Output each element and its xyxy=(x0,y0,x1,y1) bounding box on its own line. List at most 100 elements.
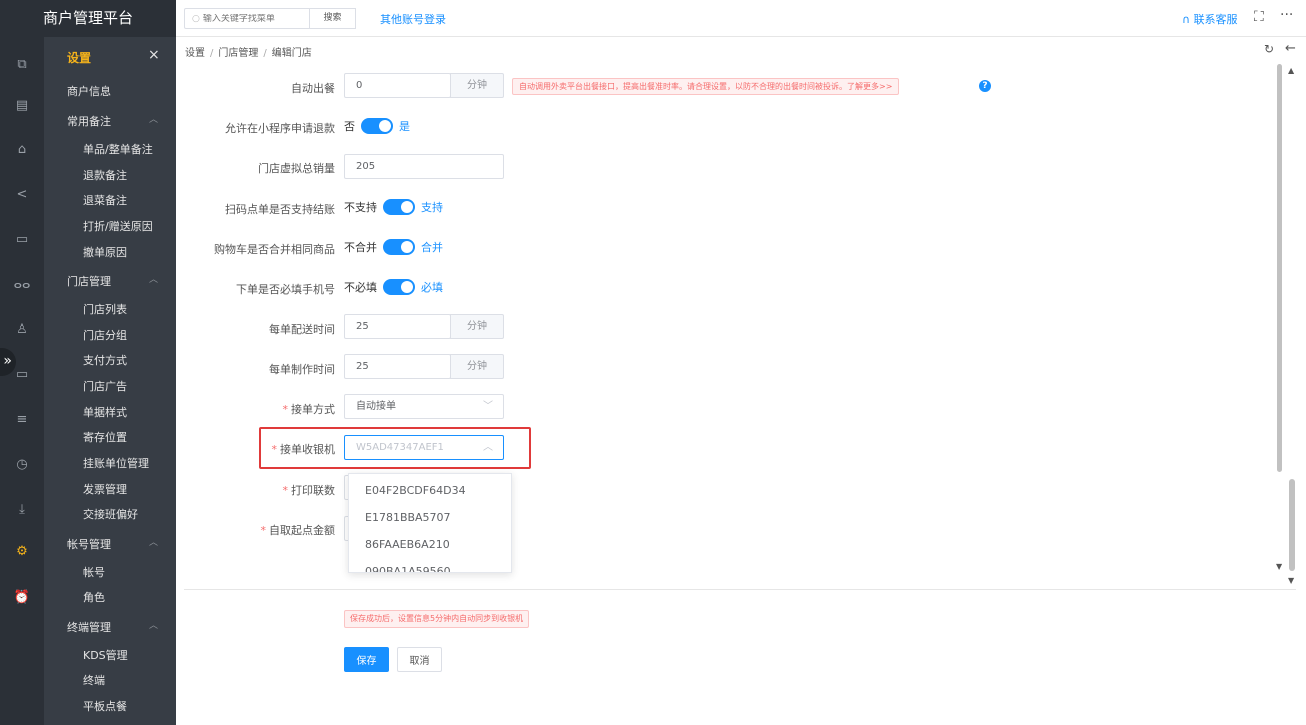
scroll-up-arrow[interactable]: ▲ xyxy=(1288,66,1294,75)
phone-required-on-label: 必填 xyxy=(421,281,443,294)
scrollbar-thumb[interactable] xyxy=(1277,64,1282,472)
cart-merge-label: 购物车是否合并相同商品 xyxy=(214,243,335,256)
menu-search-input[interactable] xyxy=(202,13,303,24)
search-box[interactable]: ○ xyxy=(184,8,310,29)
cart-merge-off-label: 不合并 xyxy=(344,241,377,254)
dropdown-option[interactable]: 090BA1A59560 xyxy=(365,565,451,572)
auto-serve-input[interactable]: 0 xyxy=(344,73,451,98)
save-button[interactable]: 保存 xyxy=(344,647,389,672)
menu-item-store-ads[interactable]: 门店广告 xyxy=(83,378,127,394)
virtual-sales-input[interactable]: 205 xyxy=(344,154,504,179)
search-button[interactable]: 搜索 xyxy=(310,8,356,29)
bike-icon[interactable]: ⴰⴰ xyxy=(0,277,44,292)
menu-item-store-list[interactable]: 门店列表 xyxy=(83,301,127,317)
refund-label: 允许在小程序申请退款 xyxy=(225,122,335,135)
delivery-time-unit: 分钟 xyxy=(450,314,504,339)
close-icon[interactable]: × xyxy=(148,47,160,63)
calendar-icon[interactable]: ▤ xyxy=(0,98,44,113)
scan-checkout-switch-group: 不支持 支持 xyxy=(344,199,443,215)
menu-item-refund-remarks[interactable]: 退款备注 xyxy=(83,167,127,183)
chevron-up-icon: ︿ xyxy=(149,275,159,285)
contact-support-link[interactable]: ∩ 联系客服 xyxy=(1182,11,1238,27)
database-icon[interactable]: ≡ xyxy=(0,412,44,427)
phone-required-toggle[interactable] xyxy=(383,279,415,295)
make-time-label: 每单制作时间 xyxy=(269,363,335,376)
tablet-icon[interactable]: ▭ xyxy=(0,232,44,247)
more-icon[interactable]: ··· xyxy=(1280,7,1293,23)
menu-group-common-remarks[interactable]: 常用备注 xyxy=(67,113,111,129)
menu-item-storage-locations[interactable]: 寄存位置 xyxy=(83,429,127,445)
headset-icon: ∩ xyxy=(1182,13,1194,26)
dropdown-option[interactable]: 86FAAEB6A210 xyxy=(365,538,450,551)
menu-item-merchant-info[interactable]: 商户信息 xyxy=(67,83,111,99)
settings-icon[interactable]: ⚙ xyxy=(0,544,44,559)
page-scrollbar-thumb[interactable] xyxy=(1289,479,1295,571)
download-icon[interactable]: ⤓ xyxy=(0,502,44,517)
breadcrumb-store-management[interactable]: 门店管理 xyxy=(218,48,258,59)
scan-checkout-label: 扫码点单是否支持结账 xyxy=(225,203,335,216)
refund-on-label: 是 xyxy=(399,120,410,133)
accept-mode-select[interactable]: 自动接单 ﹀ xyxy=(344,394,504,419)
menu-item-cancel-reasons[interactable]: 撤单原因 xyxy=(83,244,127,260)
user-icon[interactable]: ♙ xyxy=(0,322,44,337)
menu-item-receipt-styles[interactable]: 单据样式 xyxy=(83,404,127,420)
save-tip: 保存成功后，设置信息5分钟内自动同步到收银机 xyxy=(344,610,530,628)
chevron-up-icon: ︿ xyxy=(149,621,159,631)
refresh-icon[interactable]: ↻ xyxy=(1264,42,1274,56)
delivery-time-label: 每单配送时间 xyxy=(269,323,335,336)
menu-item-store-groups[interactable]: 门店分组 xyxy=(83,327,127,343)
fullscreen-icon[interactable]: ⛶ xyxy=(1254,9,1264,25)
menu-group-store-management[interactable]: 门店管理 xyxy=(67,273,111,289)
bag-icon[interactable]: ⌂ xyxy=(0,142,44,157)
help-icon[interactable]: ? xyxy=(979,80,991,92)
delivery-time-input[interactable]: 25 xyxy=(344,314,451,339)
refund-toggle[interactable] xyxy=(361,118,393,134)
menu-group-terminal-management[interactable]: 终端管理 xyxy=(67,619,111,635)
alarm-icon[interactable]: ⏰ xyxy=(0,590,44,605)
search-icon: ○ xyxy=(192,13,200,24)
menu-item-kds-management[interactable]: KDS管理 xyxy=(83,647,128,663)
page-scroll-down-arrow[interactable]: ▼ xyxy=(1288,576,1294,585)
auto-serve-tip: 自动调用外卖平台出餐接口，提高出餐准时率。请合理设置，以防不合理的出餐时间被投诉… xyxy=(512,78,900,95)
accept-mode-label: * 接单方式 xyxy=(282,403,336,416)
menu-group-account-management[interactable]: 帐号管理 xyxy=(67,536,111,552)
menu-title: 设置 xyxy=(67,51,92,65)
make-time-input[interactable]: 25 xyxy=(344,354,451,379)
back-arrow-icon[interactable]: ← xyxy=(1285,41,1296,56)
chevron-down-icon: ﹀ xyxy=(483,401,493,412)
scan-checkout-on-label: 支持 xyxy=(421,201,443,214)
refund-off-label: 否 xyxy=(344,120,355,133)
menu-item-return-remarks[interactable]: 退菜备注 xyxy=(83,192,127,208)
pickup-min-label: * 自取起点金额 xyxy=(260,524,336,537)
scan-checkout-toggle[interactable] xyxy=(383,199,415,215)
menu-header: 设置 × xyxy=(44,43,176,69)
breadcrumb-settings[interactable]: 设置 xyxy=(185,48,205,59)
cart-merge-toggle[interactable] xyxy=(383,239,415,255)
menu-item-discount-reasons[interactable]: 打折/赠送原因 xyxy=(83,218,153,234)
share-icon[interactable]: < xyxy=(0,187,44,202)
menu-item-tablet-ordering[interactable]: 平板点餐 xyxy=(83,698,127,714)
menu-item-accounts[interactable]: 帐号 xyxy=(83,564,105,580)
copy-icon[interactable]: ⧉ xyxy=(0,57,44,72)
cashier-placeholder: W5AD47347AEF1 xyxy=(356,442,444,453)
phone-required-label: 下单是否必填手机号 xyxy=(236,283,335,296)
cashier-select[interactable]: W5AD47347AEF1 ︿ xyxy=(344,435,504,460)
menu-item-invoice-management[interactable]: 发票管理 xyxy=(83,481,127,497)
dropdown-option[interactable]: E04F2BCDF64D34 xyxy=(365,484,466,497)
chevron-up-icon: ︿ xyxy=(149,115,159,125)
cancel-button[interactable]: 取消 xyxy=(397,647,442,672)
auto-serve-unit: 分钟 xyxy=(450,73,504,98)
menu-item-payment-methods[interactable]: 支付方式 xyxy=(83,352,127,368)
menu-item-shift-preferences[interactable]: 交接班偏好 xyxy=(83,506,138,522)
dropdown-option[interactable]: E1781BBA5707 xyxy=(365,511,451,524)
menu-item-item-remarks[interactable]: 单品/整单备注 xyxy=(83,141,153,157)
clock-icon[interactable]: ◷ xyxy=(0,457,44,472)
breadcrumb-edit-store: 编辑门店 xyxy=(271,48,312,59)
menu-item-roles[interactable]: 角色 xyxy=(83,589,105,605)
scroll-down-arrow[interactable]: ▼ xyxy=(1276,562,1282,571)
other-account-login-link[interactable]: 其他账号登录 xyxy=(380,11,446,27)
scan-checkout-off-label: 不支持 xyxy=(344,201,377,214)
menu-item-credit-units[interactable]: 挂账单位管理 xyxy=(83,455,149,471)
menu-item-terminals[interactable]: 终端 xyxy=(83,672,105,688)
cart-merge-on-label: 合并 xyxy=(421,241,443,254)
